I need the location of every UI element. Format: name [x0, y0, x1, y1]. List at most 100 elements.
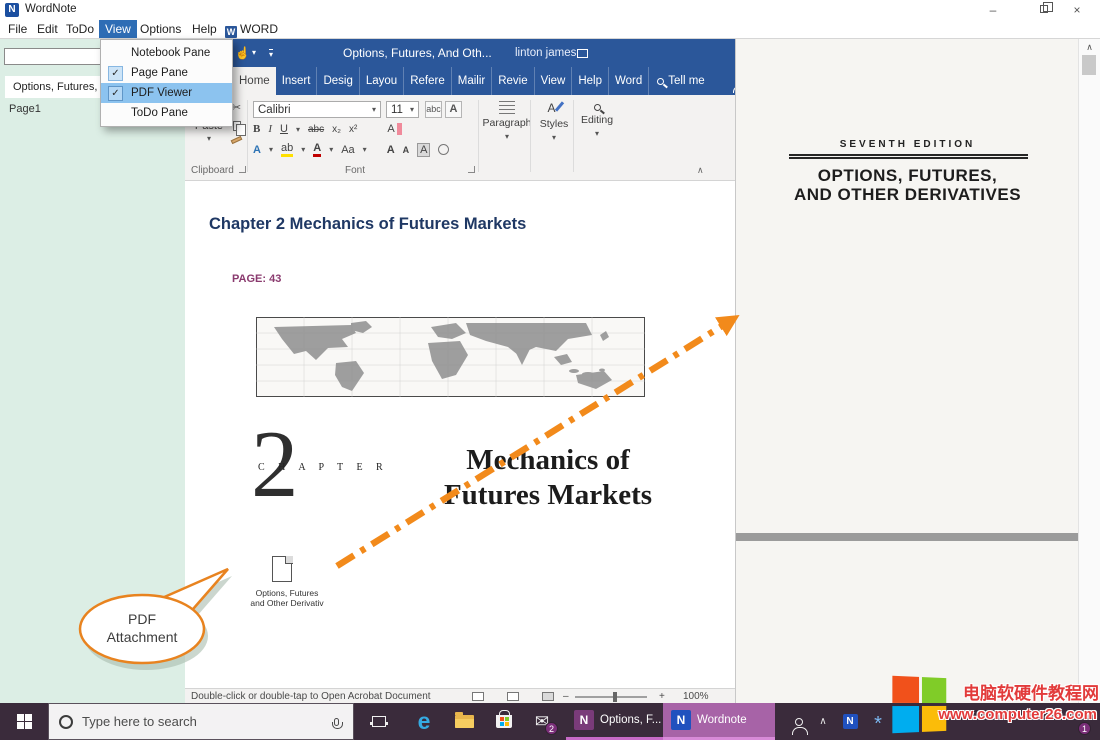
file-explorer-button[interactable]	[449, 703, 479, 740]
paragraph-group-button[interactable]: Paragraph ▾	[485, 101, 529, 141]
taskbar-onenote-button[interactable]: N Options, F...	[566, 703, 669, 740]
zoom-slider-thumb[interactable]	[613, 692, 617, 702]
pdf-scrollbar[interactable]: ∧	[1078, 39, 1100, 704]
character-border-icon[interactable]: A	[445, 101, 462, 118]
paragraph-icon	[499, 101, 515, 114]
highlight-button[interactable]: ab	[281, 142, 293, 157]
print-layout-button[interactable]	[507, 692, 519, 701]
shrink-font-button[interactable]: A	[403, 145, 410, 155]
menu-todo[interactable]: ToDo	[60, 20, 100, 38]
font-name-combo[interactable]: Calibri▾	[253, 101, 381, 118]
cut-icon[interactable]: ✂	[232, 101, 241, 114]
tab-word[interactable]: Word	[609, 67, 649, 95]
highlight-dropdown-icon[interactable]: ▾	[301, 145, 305, 154]
superscript-button[interactable]: x²	[349, 124, 357, 135]
enclose-characters-icon[interactable]	[438, 144, 449, 155]
tray-show-hidden-icons[interactable]: ∧	[812, 703, 834, 740]
document-canvas[interactable]: Chapter 2 Mechanics of Futures Markets P…	[185, 181, 735, 688]
change-case-dropdown-icon[interactable]: ▾	[363, 145, 367, 154]
text-effects-button[interactable]: A	[253, 144, 261, 156]
menu-word[interactable]: WWORD	[219, 20, 284, 38]
microphone-icon[interactable]	[334, 718, 339, 726]
editing-find-icon	[594, 104, 601, 111]
underline-button[interactable]: U	[280, 123, 288, 135]
menu-file[interactable]: File	[2, 20, 33, 38]
tab-layout[interactable]: Layou	[360, 67, 404, 95]
menu-options[interactable]: Options	[134, 20, 187, 38]
web-layout-button[interactable]	[542, 692, 554, 701]
word-signed-in-user[interactable]: linton james	[515, 39, 576, 67]
subscript-button[interactable]: x₂	[332, 124, 341, 135]
pdf-attachment-icon[interactable]	[272, 556, 292, 582]
tab-insert[interactable]: Insert	[276, 67, 318, 95]
italic-button[interactable]: I	[268, 123, 272, 135]
format-painter-icon[interactable]	[231, 136, 243, 144]
tell-me-box[interactable]: Tell me	[649, 67, 712, 95]
strikethrough-button[interactable]: abc	[308, 124, 324, 135]
wordnote-icon: N	[671, 710, 691, 730]
copy-icon[interactable]	[233, 121, 241, 131]
zoom-in-button[interactable]: +	[659, 691, 665, 702]
start-button[interactable]	[0, 703, 48, 740]
mail-badge: 2	[545, 722, 558, 735]
wordnote-minimize-button[interactable]: –	[978, 0, 1008, 20]
underline-dropdown-icon[interactable]: ▾	[296, 125, 300, 134]
tab-view[interactable]: View	[535, 67, 573, 95]
sidebar-page-item[interactable]: Page1	[9, 103, 41, 115]
wordnote-button-label: Wordnote	[697, 714, 747, 726]
menu-item-todo-pane[interactable]: ToDo Pane	[101, 103, 232, 123]
menu-item-page-pane[interactable]: ✓ Page Pane	[101, 63, 232, 83]
clear-formatting-button[interactable]: A	[387, 123, 401, 135]
editing-group-button[interactable]: Editing ▾	[577, 101, 617, 138]
mail-button[interactable]: ✉ 2	[527, 703, 557, 740]
zoom-level[interactable]: 100%	[683, 691, 709, 702]
people-button[interactable]	[784, 703, 814, 740]
tray-asterisk-icon[interactable]: *	[866, 703, 890, 740]
font-color-button[interactable]: A	[313, 142, 321, 157]
task-view-button[interactable]	[364, 703, 394, 740]
scroll-up-icon[interactable]: ∧	[1079, 42, 1100, 53]
phonetic-guide-icon[interactable]: abc	[425, 101, 442, 118]
zoom-out-button[interactable]: –	[563, 691, 569, 702]
menu-edit[interactable]: Edit	[31, 20, 64, 38]
read-mode-button[interactable]	[472, 692, 484, 701]
customize-qat-icon[interactable]: ▾	[269, 49, 273, 59]
edge-button[interactable]: e	[409, 703, 439, 740]
ribbon-display-options-icon[interactable]	[577, 49, 588, 58]
taskbar-search-box[interactable]	[48, 703, 354, 740]
tab-design[interactable]: Desig	[317, 67, 359, 95]
character-shading-button[interactable]: A	[417, 143, 430, 157]
scrollbar-thumb[interactable]	[1082, 55, 1096, 75]
menu-item-notebook-pane[interactable]: Notebook Pane	[101, 43, 232, 63]
text-effects-dropdown-icon[interactable]: ▾	[269, 145, 273, 154]
menu-item-pdf-viewer[interactable]: ✓ PDF Viewer	[101, 83, 232, 103]
grow-font-button[interactable]: A	[387, 144, 395, 156]
collapse-ribbon-icon[interactable]: ∧	[697, 165, 704, 176]
styles-group-button[interactable]: A Styles ▾	[535, 101, 573, 142]
callout-text-line2: Attachment	[107, 629, 178, 645]
font-dialog-launcher-icon[interactable]	[468, 166, 475, 173]
tab-home[interactable]: Home	[233, 67, 276, 95]
desktop-screen: N WordNote – × File Edit ToDo View Optio…	[0, 0, 1100, 740]
menu-view[interactable]: View	[99, 20, 137, 38]
tab-mailings[interactable]: Mailir	[452, 67, 492, 95]
wordnote-restore-button[interactable]	[1040, 5, 1048, 13]
change-case-button[interactable]: Aa	[341, 144, 354, 156]
wordnote-close-button[interactable]: ×	[1062, 0, 1092, 20]
tab-review[interactable]: Revie	[492, 67, 534, 95]
taskbar-search-input[interactable]	[82, 714, 325, 729]
touch-mode-icon[interactable]: ☝	[235, 39, 250, 67]
tab-references[interactable]: Refere	[404, 67, 452, 95]
font-size-combo[interactable]: 11▾	[386, 101, 419, 118]
tray-wordnote-button[interactable]: N	[838, 703, 862, 740]
bold-button[interactable]: B	[253, 123, 260, 135]
store-button[interactable]	[489, 703, 519, 740]
clipboard-dialog-launcher-icon[interactable]	[239, 166, 246, 173]
menu-help[interactable]: Help	[186, 20, 223, 38]
onenote-button-label: Options, F...	[600, 714, 661, 726]
taskbar-wordnote-button[interactable]: N Wordnote	[663, 703, 775, 740]
tab-help[interactable]: Help	[572, 67, 609, 95]
font-color-dropdown-icon[interactable]: ▾	[329, 145, 333, 154]
touch-mode-dropdown-icon[interactable]: ▾	[252, 39, 256, 67]
zoom-slider-track[interactable]	[575, 696, 647, 698]
